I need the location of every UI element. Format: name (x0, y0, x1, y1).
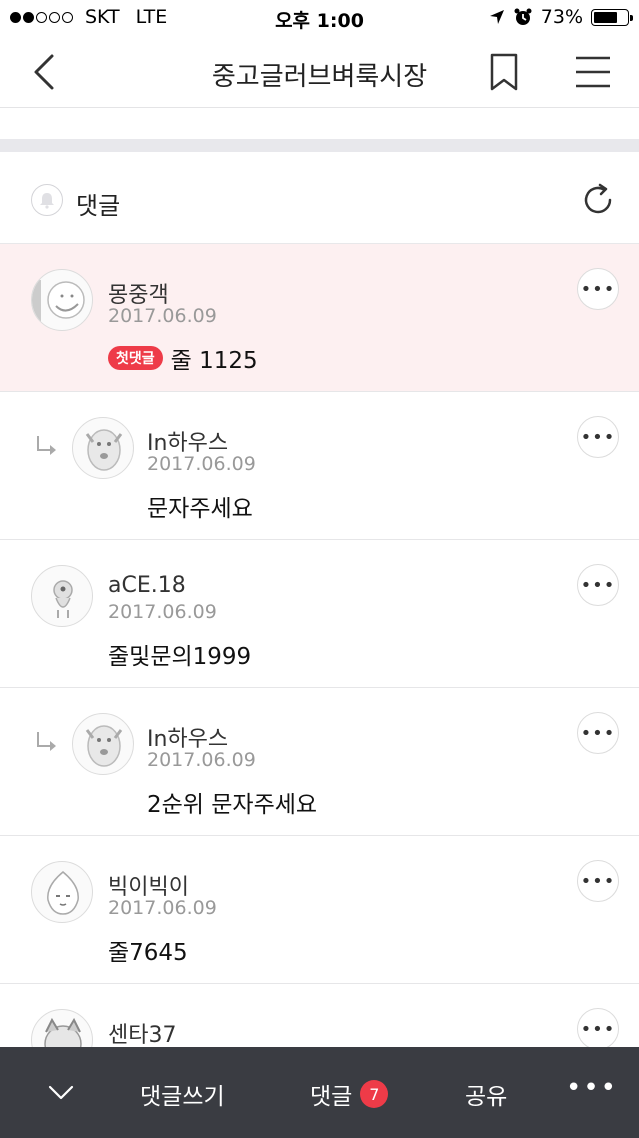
comment-author[interactable]: 센타37 (108, 1017, 176, 1049)
comment-item: 빅이빅이 2017.06.09 줄7645 ••• (0, 836, 639, 984)
reply-item: In하우스 2017.06.09 2순위 문자주세요 ••• (0, 688, 639, 836)
bottom-toolbar: 댓글쓰기 댓글 7 공유 ••• (0, 1047, 639, 1138)
comment-author[interactable]: aCE.18 (108, 573, 186, 598)
comment-item: 몽중객 2017.06.09 첫댓글 줄 1125 ••• (0, 244, 639, 392)
more-options-button[interactable]: ••• (577, 712, 619, 754)
alarm-clock-icon (514, 8, 532, 25)
comment-text: 줄 1125 (170, 348, 258, 374)
avatar[interactable] (72, 417, 134, 479)
reply-arrow-icon (37, 732, 56, 751)
comment-count-badge: 7 (360, 1080, 389, 1108)
comment-text: 문자주세요 (147, 496, 253, 522)
refresh-icon[interactable] (580, 182, 616, 218)
battery-icon (591, 8, 633, 26)
reply-arrow-icon (37, 436, 56, 455)
more-options-button[interactable]: ••• (577, 416, 619, 458)
reply-item: In하우스 2017.06.09 문자주세요 ••• (0, 392, 639, 540)
comment-item: aCE.18 2017.06.09 줄및문의1999 ••• (0, 540, 639, 688)
more-options-button[interactable]: ••• (577, 564, 619, 606)
comment-date: 2017.06.09 (147, 749, 256, 771)
share-button[interactable]: 공유 (465, 1077, 507, 1111)
more-options-button[interactable]: ••• (577, 860, 619, 902)
comment-body: 첫댓글 줄 1125 (108, 341, 258, 375)
chevron-down-icon[interactable] (46, 1077, 76, 1107)
comment-text: 2순위 문자주세요 (147, 792, 318, 818)
notification-bell-icon[interactable] (31, 184, 63, 216)
more-menu-icon[interactable]: ••• (566, 1073, 618, 1103)
write-comment-button[interactable]: 댓글쓰기 (140, 1077, 225, 1111)
cafe-title: 중고글러브벼룩시장 (211, 62, 428, 92)
comment-text: 줄7645 (108, 940, 188, 966)
comments-title: 댓글 (76, 192, 121, 220)
more-options-button[interactable]: ••• (577, 1008, 619, 1050)
battery-percent: 73% (540, 6, 583, 28)
comments-button-label: 댓글 (310, 1084, 353, 1110)
location-arrow-icon (489, 10, 504, 24)
status-right: 73% (489, 6, 633, 28)
comment-date: 2017.06.09 (108, 897, 217, 919)
avatar[interactable] (31, 269, 93, 331)
avatar[interactable] (72, 713, 134, 775)
comments-header: 댓글 (0, 152, 639, 244)
first-comment-badge: 첫댓글 (108, 346, 163, 370)
section-divider (0, 139, 639, 152)
comment-date: 2017.06.09 (147, 453, 256, 475)
comment-date: 2017.06.09 (108, 601, 217, 623)
avatar[interactable] (31, 565, 93, 627)
comments-button[interactable]: 댓글 7 (310, 1077, 389, 1111)
bookmark-icon[interactable] (486, 52, 522, 92)
status-bar: SKT LTE 오후 1:00 73% (0, 0, 639, 38)
comment-text: 줄및문의1999 (108, 644, 252, 670)
battery-fill (594, 11, 618, 23)
menu-icon[interactable] (572, 52, 614, 92)
more-options-button[interactable]: ••• (577, 268, 619, 310)
avatar[interactable] (31, 861, 93, 923)
comment-date: 2017.06.09 (108, 305, 217, 327)
navigation-bar: 중고글러브벼룩시장 (0, 38, 639, 108)
